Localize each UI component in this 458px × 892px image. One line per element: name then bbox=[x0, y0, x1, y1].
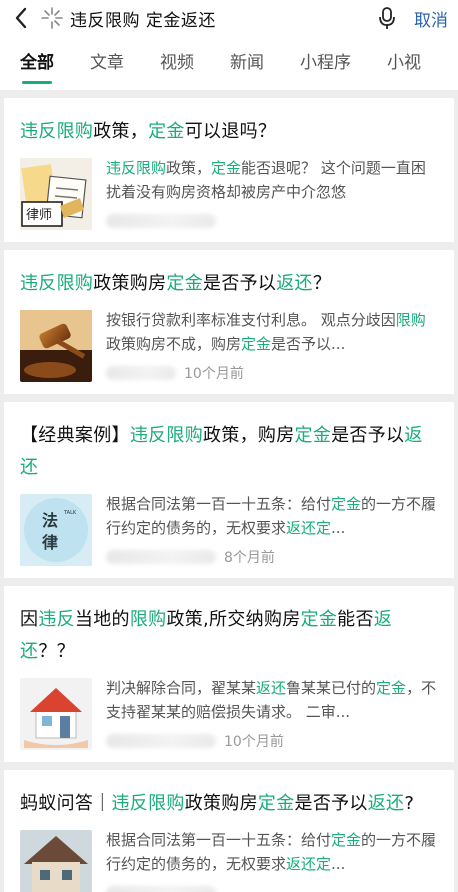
keyword-highlight: 定金 bbox=[300, 609, 338, 630]
tab-videos[interactable]: 视频 bbox=[160, 36, 194, 90]
result-card[interactable]: 因违反当地的限购政策,所交纳购房定金能否返还？？ 判决解除合同，翟某某返还鲁某某… bbox=[4, 586, 454, 762]
tab-short-videos[interactable]: 小视 bbox=[387, 36, 421, 90]
keyword-highlight: 违反限购 bbox=[20, 121, 94, 142]
text-segment: 【经典案例】 bbox=[20, 425, 130, 446]
keyword-highlight: 定金 bbox=[294, 425, 332, 446]
keyword-highlight: 限购 bbox=[129, 609, 167, 630]
text-segment: 当地的 bbox=[74, 609, 130, 630]
result-card[interactable]: 违反限购政策，定金可以退吗？ 律师 违反限购政策，定金能否退呢？ 这个问题一直困… bbox=[4, 98, 454, 242]
text-segment: 政策， bbox=[93, 121, 149, 142]
text-segment: 是否予以 bbox=[331, 425, 405, 446]
svg-text:法: 法 bbox=[42, 511, 58, 530]
result-snippet: 根据合同法第一百一十五条：给付定金的一方不履行约定的债务的，无权要求返还定... bbox=[106, 492, 438, 540]
keyword-highlight: 定金 bbox=[331, 495, 362, 513]
keyword-highlight: 违反 bbox=[38, 609, 75, 630]
keyword-highlight: 返还定 bbox=[286, 855, 332, 873]
blurred-source bbox=[106, 550, 216, 564]
results-list: 违反限购政策，定金可以退吗？ 律师 违反限购政策，定金能否退呢？ 这个问题一直困… bbox=[4, 98, 454, 892]
keyword-highlight: 返还定 bbox=[286, 519, 332, 537]
house-thumbnail bbox=[20, 830, 92, 892]
back-arrow-icon[interactable] bbox=[8, 5, 34, 31]
keyword-highlight: 违反限购 bbox=[129, 425, 204, 446]
gavel-thumbnail bbox=[20, 310, 92, 382]
text-segment: 根据合同法第一百一十五条：给付 bbox=[106, 495, 332, 513]
cancel-button[interactable]: 取消 bbox=[414, 6, 448, 31]
text-segment: 政策购房不成，购房 bbox=[106, 335, 242, 353]
text-segment: 政策购房 bbox=[184, 793, 258, 814]
keyword-highlight: 定金 bbox=[211, 159, 242, 177]
microphone-icon[interactable] bbox=[374, 5, 400, 31]
result-title[interactable]: 违反限购政策，定金可以退吗？ bbox=[20, 116, 438, 148]
text-segment: ... bbox=[331, 855, 346, 873]
keyword-highlight: 定金 bbox=[257, 793, 295, 814]
result-card[interactable]: 蚂蚁问答｜违反限购政策购房定金是否予以返还? 根据合同法第一百一十五条：给付定金… bbox=[4, 770, 454, 892]
blurred-source bbox=[106, 366, 176, 380]
keyword-highlight: 违反限购 bbox=[106, 159, 167, 177]
search-bar: 违反限购 定金返还 取消 bbox=[0, 0, 458, 36]
result-card[interactable]: 【经典案例】违反限购政策，购房定金是否予以返还 法 律 TALK 根据合同法第一… bbox=[4, 402, 454, 578]
keyword-highlight: 返还 bbox=[256, 679, 287, 697]
result-snippet: 判决解除合同，翟某某返还鲁某某已付的定金，不支持翟某某的赔偿损失请求。 二审..… bbox=[106, 676, 438, 724]
keyword-highlight: 违反限购 bbox=[111, 793, 185, 814]
keyword-highlight: 返还 bbox=[367, 793, 405, 814]
result-card[interactable]: 违反限购政策购房定金是否予以返还？ 按银行贷款利率标准支付利息。 观点分歧因限购… bbox=[4, 250, 454, 394]
keyword-highlight: 定金 bbox=[166, 273, 204, 294]
text-segment: 政策购房 bbox=[93, 273, 167, 294]
search-input[interactable]: 违反限购 定金返还 bbox=[70, 6, 374, 31]
text-segment: 蚂蚁问答｜ bbox=[20, 793, 112, 814]
text-segment: 鲁某某已付的 bbox=[286, 679, 377, 697]
svg-text:TALK: TALK bbox=[63, 510, 77, 516]
result-snippet: 根据合同法第一百一十五条：给付定金的一方不履行约定的债务的，无权要求返还定... bbox=[106, 828, 438, 876]
keyword-highlight: 定金 bbox=[148, 121, 185, 142]
blurred-source bbox=[106, 734, 216, 748]
text-segment: 是否予以 bbox=[203, 273, 277, 294]
result-title[interactable]: 【经典案例】违反限购政策，购房定金是否予以返还 bbox=[20, 420, 438, 484]
text-segment: 是否予以 bbox=[294, 793, 368, 814]
tab-articles[interactable]: 文章 bbox=[90, 36, 124, 90]
blurred-source bbox=[106, 214, 216, 228]
tab-news[interactable]: 新闻 bbox=[230, 36, 264, 90]
result-snippet: 按银行贷款利率标准支付利息。 观点分歧因限购政策购房不成，购房定金是否予以... bbox=[106, 308, 438, 356]
search-sparkle-icon bbox=[38, 5, 66, 31]
tab-mini-programs[interactable]: 小程序 bbox=[300, 36, 351, 90]
text-segment: 因 bbox=[20, 609, 39, 630]
result-snippet: 违反限购政策，定金能否退呢？ 这个问题一直困扰着没有购房资格却被房产中介忽悠 bbox=[106, 156, 438, 204]
result-time: 8个月前 bbox=[224, 550, 275, 566]
text-segment: ？ bbox=[312, 273, 332, 294]
text-segment: 可以退吗？ bbox=[184, 121, 277, 142]
keyword-highlight: 定金 bbox=[241, 335, 272, 353]
result-time: 10个月前 bbox=[184, 366, 244, 382]
text-segment: 能否 bbox=[337, 609, 374, 630]
text-segment: 政策，购房 bbox=[203, 425, 295, 446]
lawyer-thumbnail: 律师 bbox=[20, 158, 92, 230]
result-title[interactable]: 因违反当地的限购政策,所交纳购房定金能否返还？？ bbox=[20, 604, 438, 668]
keyword-highlight: 违反限购 bbox=[20, 273, 94, 294]
svg-text:律师: 律师 bbox=[26, 208, 52, 223]
house-hands-thumbnail bbox=[20, 678, 92, 750]
text-segment: 政策， bbox=[166, 159, 212, 177]
text-segment: 是否予以... bbox=[271, 335, 346, 353]
category-tabs: 全部 文章 视频 新闻 小程序 小视 bbox=[0, 36, 458, 90]
text-segment: ？？ bbox=[38, 641, 75, 662]
tab-all[interactable]: 全部 bbox=[20, 36, 54, 90]
keyword-highlight: 定金 bbox=[331, 831, 362, 849]
svg-text:律: 律 bbox=[42, 533, 58, 552]
law-logo-thumbnail: 法 律 TALK bbox=[20, 494, 92, 566]
keyword-highlight: 定金 bbox=[376, 679, 407, 697]
result-title[interactable]: 违反限购政策购房定金是否予以返还？ bbox=[20, 268, 438, 300]
result-title[interactable]: 蚂蚁问答｜违反限购政策购房定金是否予以返还? bbox=[20, 788, 438, 820]
text-segment: 根据合同法第一百一十五条：给付 bbox=[106, 831, 332, 849]
text-segment: ? bbox=[404, 793, 415, 814]
blurred-source bbox=[106, 886, 216, 892]
keyword-highlight: 返还 bbox=[276, 273, 313, 294]
text-segment: 按银行贷款利率标准支付利息。 观点分歧因 bbox=[106, 311, 396, 329]
text-segment: ... bbox=[331, 519, 346, 537]
result-time: 10个月前 bbox=[224, 734, 284, 750]
keyword-highlight: 限购 bbox=[395, 311, 426, 329]
text-segment: 判决解除合同，翟某某 bbox=[106, 679, 257, 697]
text-segment: 政策,所交纳购房 bbox=[166, 609, 301, 630]
